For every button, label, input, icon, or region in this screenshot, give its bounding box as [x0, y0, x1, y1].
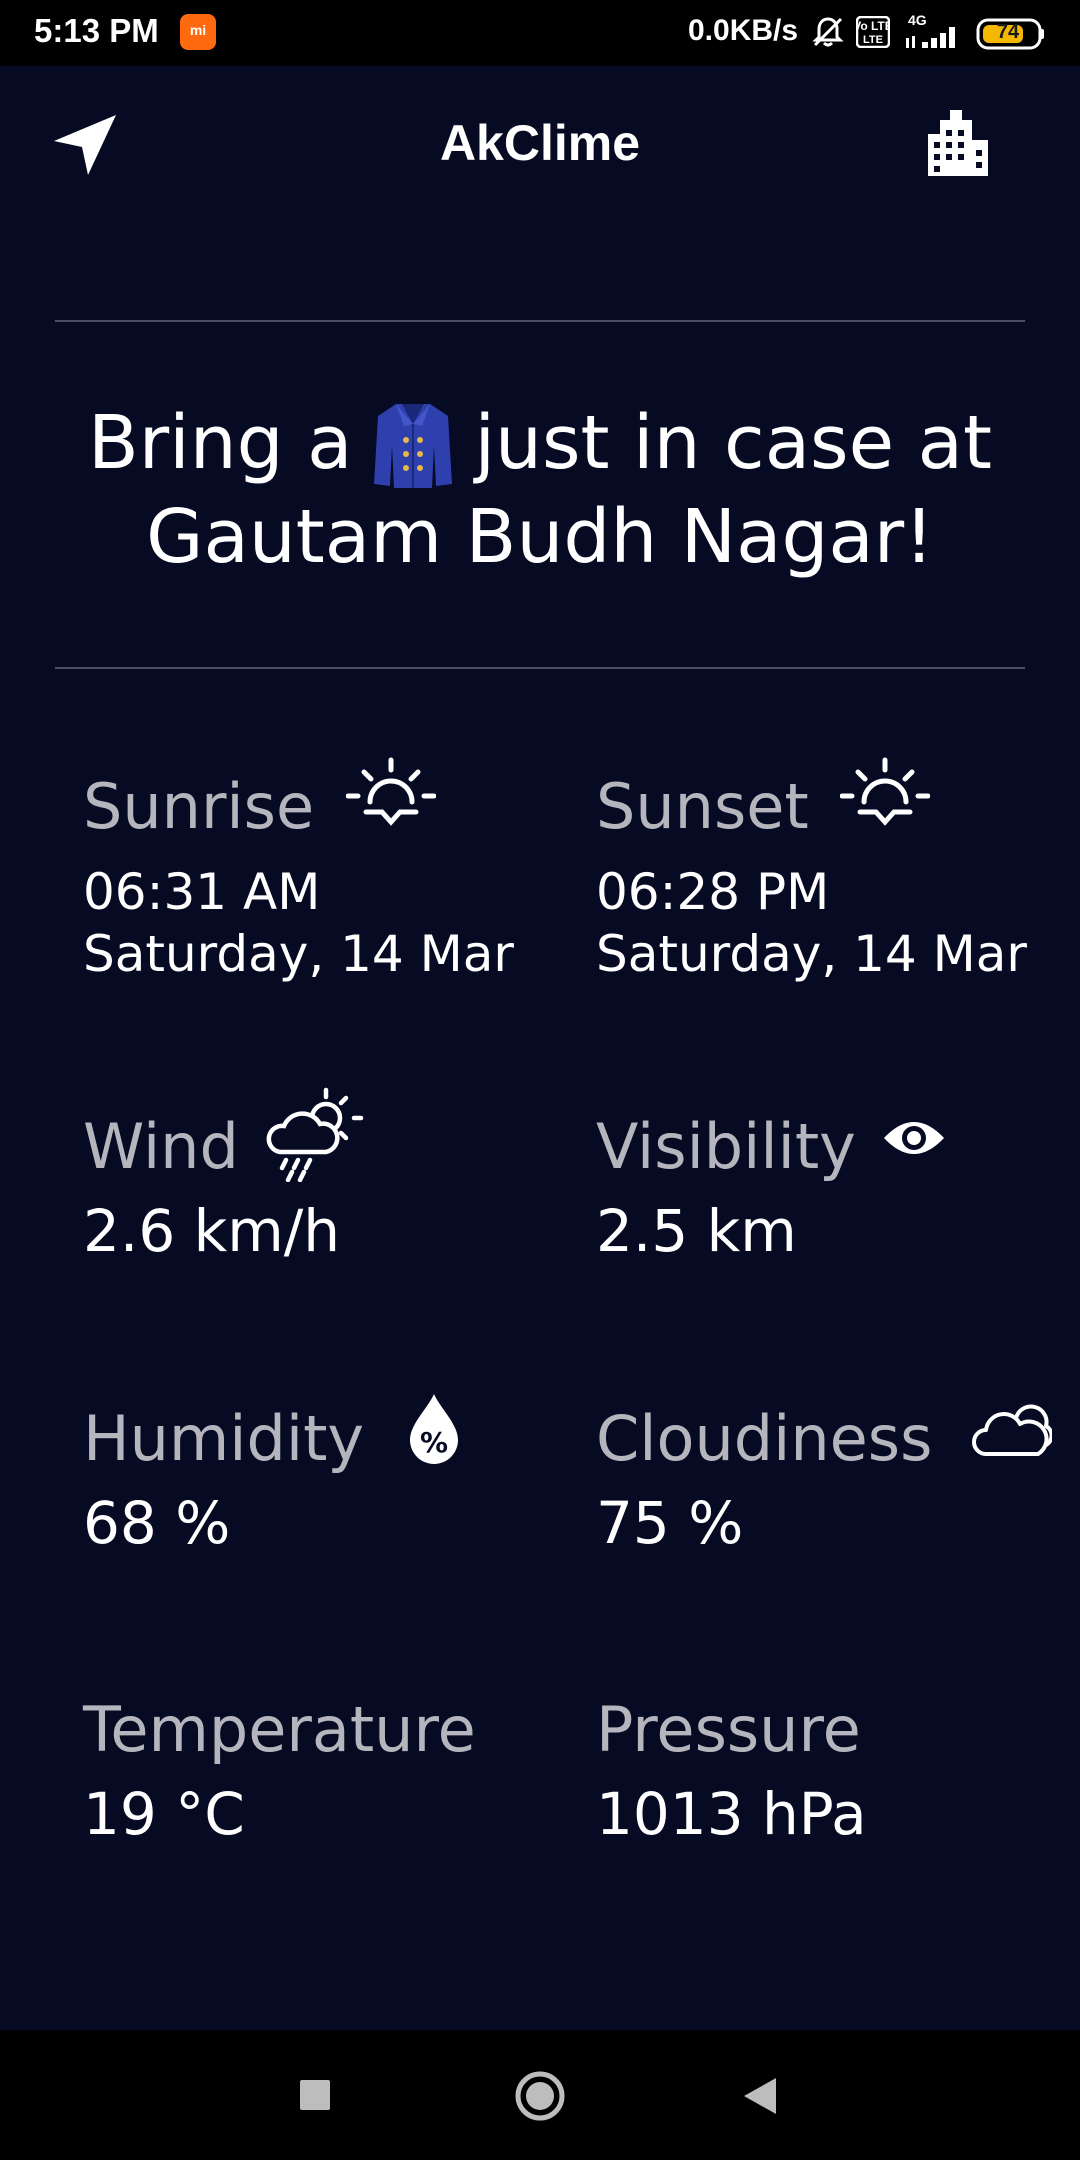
mi-notification-icon: mi: [180, 14, 216, 50]
app-title: AkClime: [439, 115, 641, 171]
wind-weather-icon: [266, 1087, 364, 1182]
humidity-card: Humidity 68 %: [83, 1402, 573, 1557]
temperature-label: Temperature: [83, 1693, 476, 1766]
sunrise-icon: [346, 757, 436, 826]
temperature-card: Temperature 19 °C: [83, 1693, 573, 1848]
svg-text:LTE: LTE: [863, 34, 883, 46]
weather-screen: 5:13 PM mi 0.0KB/s Vo LTE LTE 4G 74 AkCl…: [0, 0, 1080, 2160]
location-name: Gautam Budh Nagar!: [146, 494, 934, 580]
visibility-value: 2.5 km: [596, 1197, 797, 1265]
svg-text:%: %: [420, 1426, 448, 1459]
status-time: 5:13 PM: [34, 12, 159, 49]
coat-emoji: [374, 404, 453, 488]
pressure-label: Pressure: [596, 1693, 861, 1766]
home-circle-icon[interactable]: [514, 2070, 566, 2122]
sunset-icon: [840, 757, 930, 826]
divider-top: [55, 320, 1025, 322]
sunset-time-value: 06:28 PM: [596, 863, 830, 921]
weather-advice-headline: Bring a just in case at Gautam Budh Naga…: [40, 396, 1040, 584]
recents-square-icon[interactable]: [298, 2078, 332, 2112]
mi-notification-label: mi: [189, 22, 207, 38]
status-bar: 5:13 PM mi 0.0KB/s Vo LTE LTE 4G 74: [0, 0, 1080, 66]
eye-icon: [884, 1122, 944, 1154]
sunset-label: Sunset: [596, 770, 809, 843]
battery-level: 74: [996, 21, 1020, 43]
sunrise-label: Sunrise: [83, 770, 315, 843]
wind-value: 2.6 km/h: [83, 1197, 341, 1265]
humidity-drop-icon: %: [410, 1394, 458, 1464]
humidity-value: 68 %: [83, 1489, 231, 1557]
city-search-button[interactable]: [924, 106, 992, 178]
divider-bottom: [55, 667, 1025, 669]
volte-icon: Vo LTE LTE: [856, 16, 890, 48]
headline-suffix: just in case at: [474, 400, 993, 486]
humidity-label: Humidity: [83, 1402, 365, 1475]
cloudiness-value: 75 %: [596, 1489, 744, 1557]
sunrise-time-value: 06:31 AM: [83, 863, 321, 921]
sunrise-date-value: Saturday, 14 Mar: [83, 925, 514, 983]
sunrise-card: Sunrise 06:31 AM Saturday, 14 Mar: [83, 770, 573, 985]
network-speed: 0.0KB/s: [688, 14, 799, 47]
sunset-time: 06:28 PM Saturday, 14 Mar: [596, 861, 1080, 985]
sunset-date-value: Saturday, 14 Mar: [596, 925, 1027, 983]
temperature-value: 19 °C: [83, 1780, 245, 1848]
visibility-card: Visibility 2.5 km: [596, 1110, 1080, 1265]
svg-text:Vo LTE: Vo LTE: [856, 19, 890, 33]
pressure-value: 1013 hPa: [596, 1780, 867, 1848]
cloud-icon: [972, 1404, 1052, 1456]
system-nav-bar: [0, 2030, 1080, 2160]
mute-icon: [812, 17, 844, 47]
headline-prefix: Bring a: [87, 400, 353, 486]
pressure-card: Pressure 1013 hPa: [596, 1693, 1080, 1848]
app-bar: AkClime: [0, 66, 1080, 226]
visibility-label: Visibility: [596, 1110, 856, 1183]
signal-icon: [906, 27, 955, 48]
sunset-card: Sunset 06:28 PM Saturday, 14 Mar: [596, 770, 1080, 985]
sunrise-time: 06:31 AM Saturday, 14 Mar: [83, 861, 573, 985]
city-buildings-icon: [928, 110, 988, 176]
back-triangle-icon[interactable]: [742, 2076, 778, 2116]
